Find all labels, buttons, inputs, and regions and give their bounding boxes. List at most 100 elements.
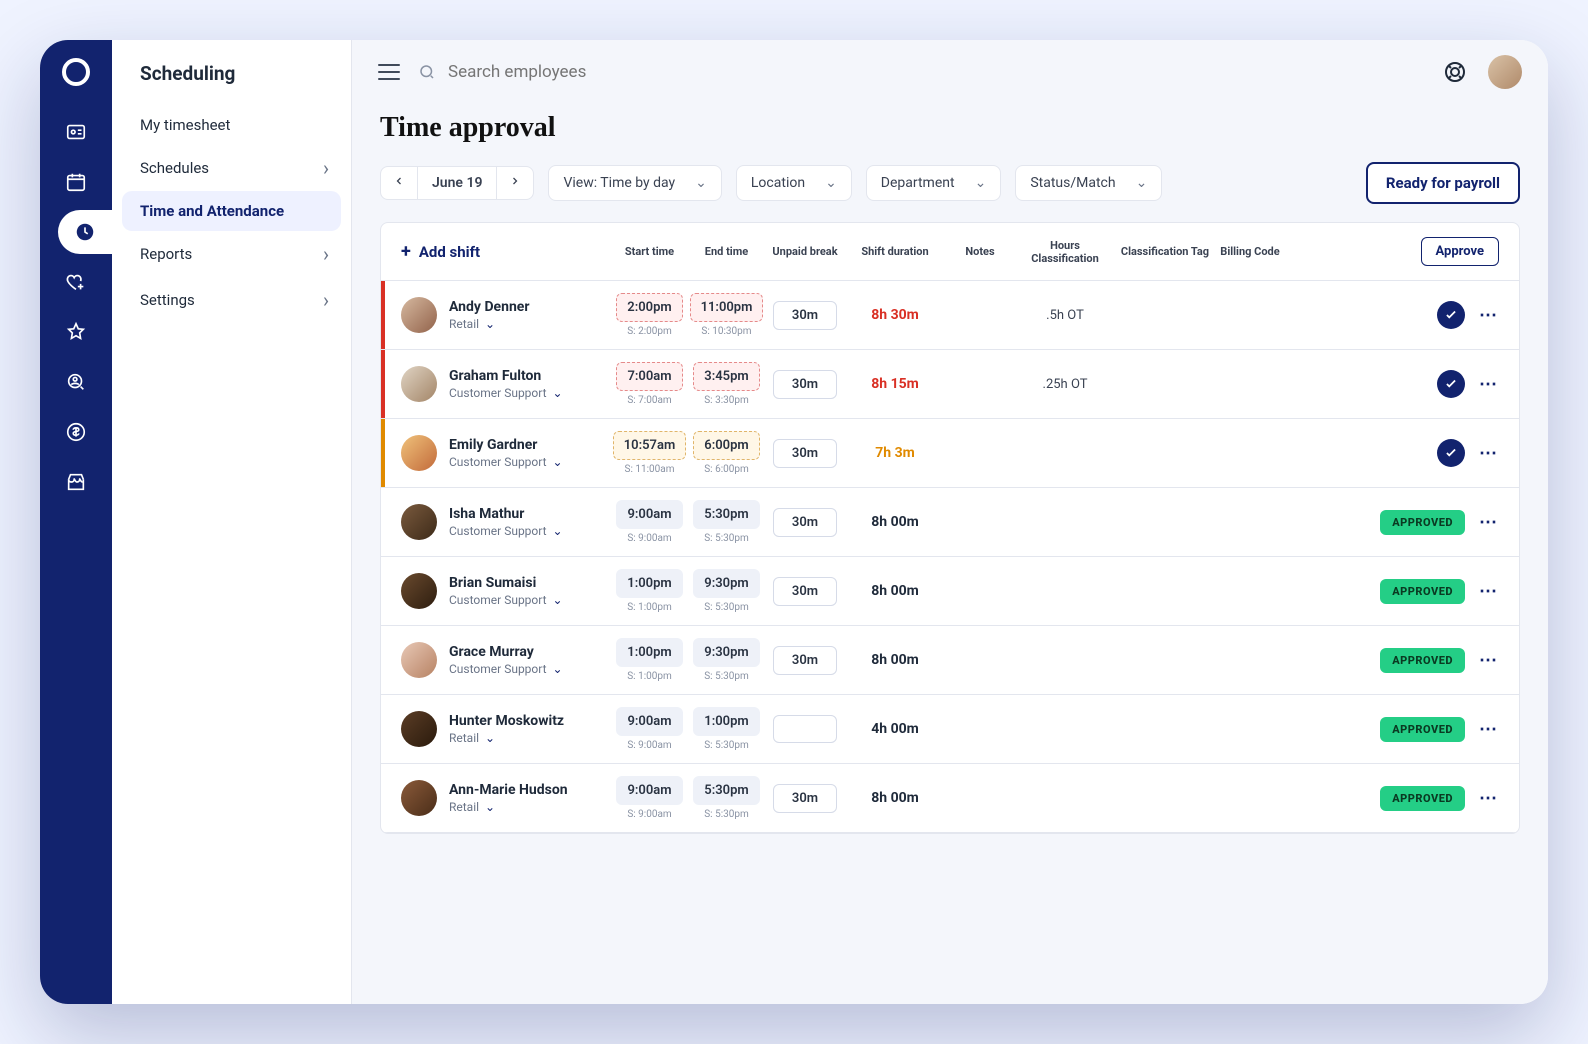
employee-dept-dropdown[interactable]: Customer Support⌄ [449,386,563,400]
break-pill[interactable]: 30m [773,784,837,813]
ready-for-payroll-button[interactable]: Ready for payroll [1366,162,1520,204]
col-bill: Billing Code [1215,245,1285,258]
row-more-icon[interactable]: ⋯ [1479,581,1499,602]
end-time-pill[interactable]: 5:30pm [693,776,759,805]
rail-heart-icon[interactable] [54,260,98,304]
start-time-pill[interactable]: 9:00am [616,776,682,805]
view-dropdown[interactable]: View: Time by day ⌄ [548,165,721,201]
approve-all-button[interactable]: Approve [1421,237,1499,266]
col-classtag: Classification Tag [1115,245,1215,258]
break-pill[interactable]: 30m [773,301,837,330]
rail-clock-icon[interactable] [58,210,112,254]
end-time-pill[interactable]: 6:00pm [693,431,759,460]
search-input[interactable] [446,61,686,83]
sidebar-item-label: Reports [140,245,192,263]
start-time-pill[interactable]: 1:00pm [616,638,682,667]
help-icon[interactable] [1440,57,1470,87]
end-time-pill[interactable]: 1:00pm [693,707,759,736]
row-actions: ⋯ [1285,439,1499,467]
end-time-pill[interactable]: 11:00pm [690,293,764,322]
break-pill[interactable]: 30m [773,646,837,675]
start-time: 9:00amS: 9:00am [611,776,688,820]
table-row: Isha Mathur Customer Support⌄ 9:00amS: 9:0… [381,488,1519,557]
employee-dept-dropdown[interactable]: Retail⌄ [449,731,564,745]
break-pill[interactable]: 30m [773,439,837,468]
row-more-icon[interactable]: ⋯ [1479,512,1499,533]
col-break: Unpaid break [765,245,845,258]
sidebar-item-schedules[interactable]: Schedules› [112,145,351,191]
end-time-pill[interactable]: 9:30pm [693,569,759,598]
approve-button[interactable] [1437,439,1465,467]
break-pill[interactable]: 30m [773,370,837,399]
sidebar-item-my-timesheet[interactable]: My timesheet [112,105,351,145]
sidebar-item-time-and-attendance[interactable]: Time and Attendance [122,191,341,231]
row-more-icon[interactable]: ⋯ [1479,443,1499,464]
row-more-icon[interactable]: ⋯ [1479,650,1499,671]
employee-dept-dropdown[interactable]: Retail⌄ [449,317,529,331]
department-dropdown[interactable]: Department ⌄ [866,165,1002,201]
duration-cell: 8h 00m [845,790,945,806]
col-notes: Notes [945,245,1015,258]
date-label: June 19 [417,167,497,199]
end-time-pill[interactable]: 3:45pm [693,362,759,391]
rail-store-icon[interactable] [54,460,98,504]
status-dropdown[interactable]: Status/Match ⌄ [1015,165,1162,201]
search-icon [418,63,436,81]
approve-button[interactable] [1437,301,1465,329]
sidebar-item-reports[interactable]: Reports› [112,231,351,277]
row-more-icon[interactable]: ⋯ [1479,374,1499,395]
next-day-button[interactable] [497,167,533,199]
employee-name: Graham Fulton [449,368,563,384]
start-time-pill[interactable]: 9:00am [616,707,682,736]
end-time: 9:30pm S: 5:30pm [688,569,765,613]
page-body: Time approval June 19 View: Time by day … [352,104,1548,834]
rail-person-search-icon[interactable] [54,360,98,404]
employee-dept-dropdown[interactable]: Customer Support⌄ [449,455,563,469]
location-dropdown[interactable]: Location ⌄ [736,165,852,201]
approve-button[interactable] [1437,370,1465,398]
duration-cell: 7h 3m [845,445,945,461]
start-time-pill[interactable]: 7:00am [616,362,682,391]
rail-calendar-icon[interactable] [54,160,98,204]
topbar [352,40,1548,104]
sidebar-item-label: My timesheet [140,116,230,134]
employee-dept-dropdown[interactable]: Customer Support⌄ [449,662,563,676]
prev-day-button[interactable] [381,167,417,199]
employee-avatar [401,504,437,540]
start-time-pill[interactable]: 9:00am [616,500,682,529]
employee-dept-dropdown[interactable]: Customer Support⌄ [449,593,563,607]
rail-star-icon[interactable] [54,310,98,354]
start-time-pill[interactable]: 2:00pm [616,293,682,322]
row-more-icon[interactable]: ⋯ [1479,719,1499,740]
break-pill[interactable] [773,715,837,743]
employee-avatar [401,573,437,609]
rail-card-icon[interactable] [54,110,98,154]
employee-dept-dropdown[interactable]: Retail⌄ [449,800,568,814]
end-time-scheduled: S: 5:30pm [704,602,749,613]
end-time-pill[interactable]: 9:30pm [693,638,759,667]
app-frame: Scheduling My timesheetSchedules›Time an… [40,40,1548,1004]
end-time-pill[interactable]: 5:30pm [693,500,759,529]
search-box[interactable] [418,61,738,83]
chevron-down-icon: ⌄ [1136,175,1148,191]
employee-name: Grace Murray [449,644,563,660]
row-more-icon[interactable]: ⋯ [1479,305,1499,326]
start-time: 1:00pmS: 1:00pm [611,569,688,613]
row-more-icon[interactable]: ⋯ [1479,788,1499,809]
start-time-pill[interactable]: 1:00pm [616,569,682,598]
employee-dept-dropdown[interactable]: Customer Support⌄ [449,524,563,538]
user-avatar[interactable] [1488,55,1522,89]
row-actions: APPROVED⋯ [1285,786,1499,811]
sidebar-item-settings[interactable]: Settings› [112,277,351,323]
plus-icon: + [401,243,411,261]
break-pill[interactable]: 30m [773,508,837,537]
rail-dollar-icon[interactable] [54,410,98,454]
employee-avatar [401,366,437,402]
start-time-pill[interactable]: 10:57am [613,431,687,460]
menu-icon[interactable] [378,64,400,80]
start-time: 9:00amS: 9:00am [611,500,688,544]
employee-name: Isha Mathur [449,506,563,522]
col-hoursclass: Hours Classification [1015,239,1115,265]
add-shift-button[interactable]: + Add shift [401,243,611,261]
break-pill[interactable]: 30m [773,577,837,606]
